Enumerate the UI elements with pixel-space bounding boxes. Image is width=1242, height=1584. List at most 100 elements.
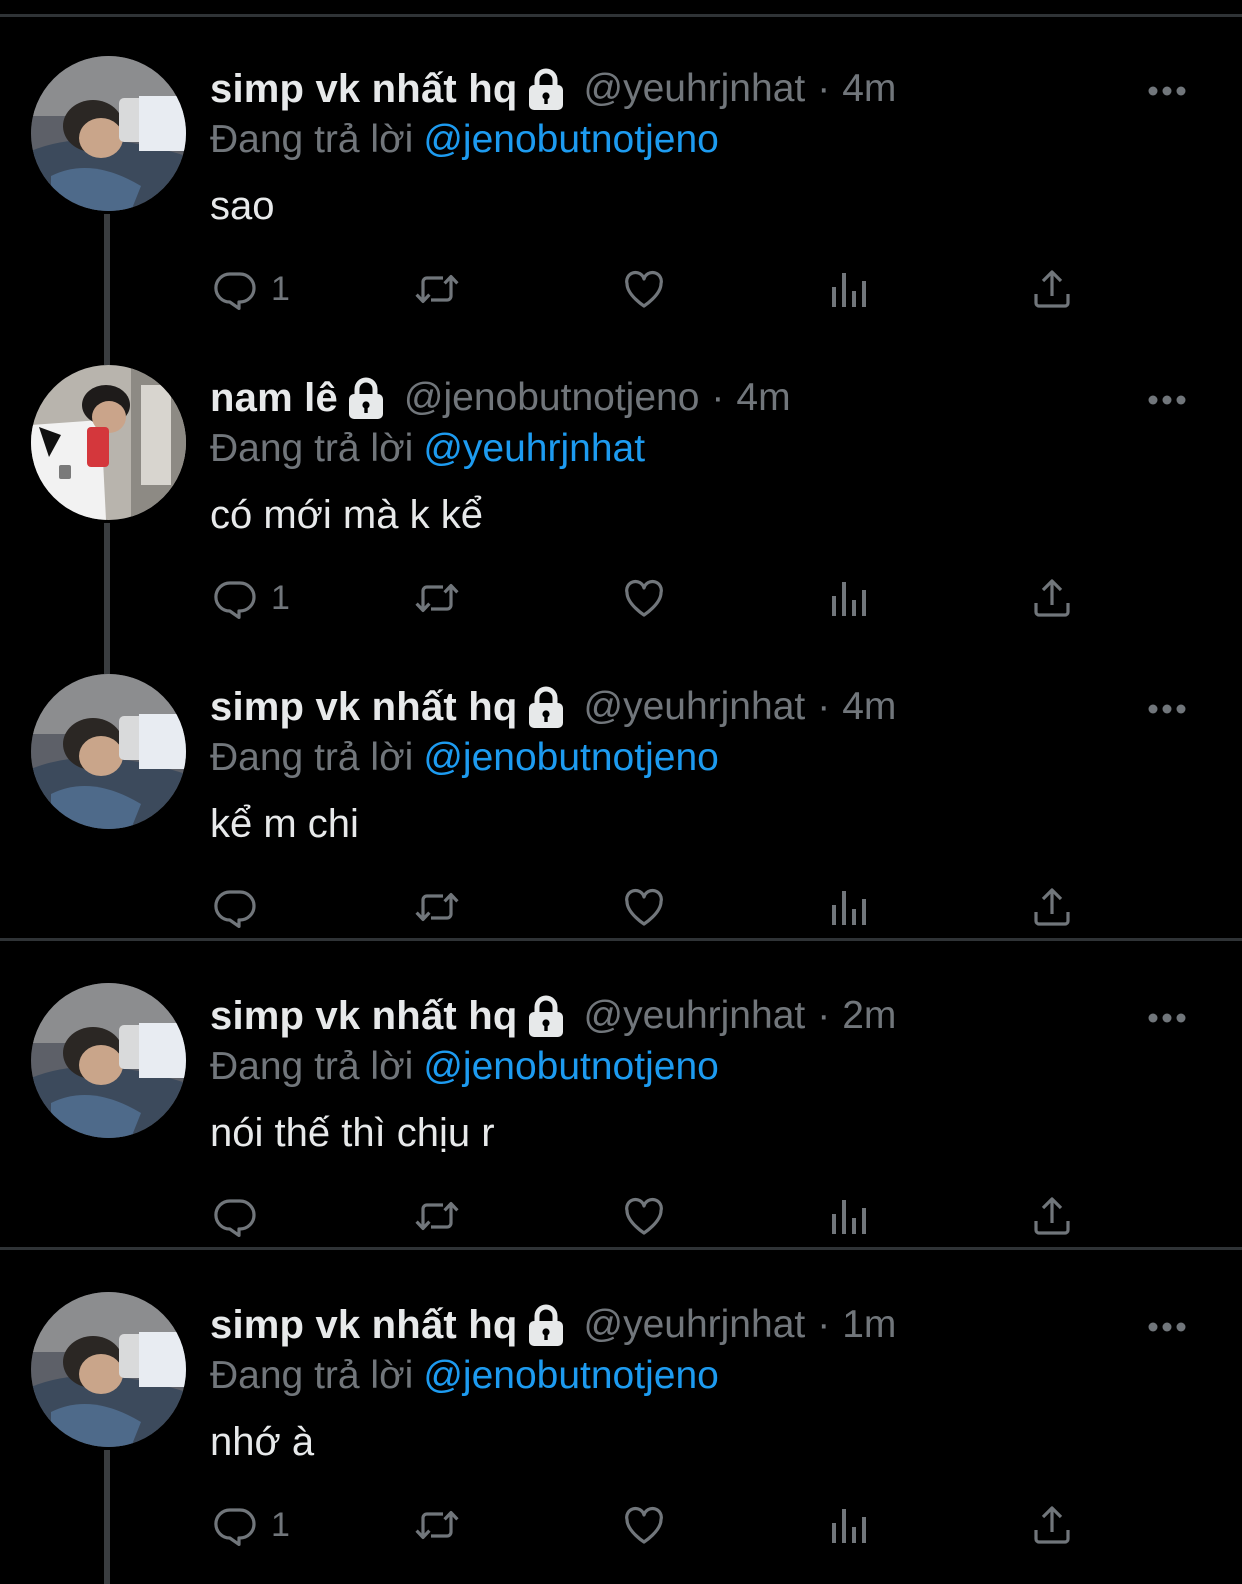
- replying-to: Đang trả lời @jenobutnotjeno: [210, 1354, 719, 1398]
- reply-count: 1: [271, 269, 290, 308]
- retweet-button[interactable]: [413, 573, 461, 623]
- like-button[interactable]: [620, 264, 668, 314]
- username[interactable]: @yeuhrjnhat: [584, 994, 806, 1038]
- more-icon[interactable]: [1146, 393, 1188, 407]
- views-button[interactable]: [824, 573, 872, 623]
- more-icon[interactable]: [1146, 84, 1188, 98]
- share-button[interactable]: [1028, 1500, 1076, 1550]
- mention-link[interactable]: @yeuhrjnhat: [423, 427, 645, 470]
- share-icon: [1028, 574, 1076, 622]
- mention-link[interactable]: @jenobutnotjeno: [423, 118, 719, 161]
- retweet-icon: [413, 574, 461, 622]
- like-icon: [620, 1501, 668, 1549]
- reply-button[interactable]: 1: [211, 1500, 290, 1550]
- like-button[interactable]: [620, 882, 668, 932]
- share-button[interactable]: [1028, 573, 1076, 623]
- lock-icon: [526, 67, 566, 111]
- lock-icon: [526, 994, 566, 1038]
- username[interactable]: @yeuhrjnhat: [584, 685, 806, 729]
- reply-icon: [211, 1501, 259, 1549]
- avatar[interactable]: [31, 983, 186, 1138]
- views-icon: [824, 1501, 872, 1549]
- separator-dot: ·: [711, 376, 725, 419]
- tweet-text: kể m chi: [210, 802, 359, 846]
- separator-dot: ·: [817, 67, 831, 110]
- tweet-text: có mới mà k kể: [210, 493, 483, 537]
- views-button[interactable]: [824, 264, 872, 314]
- share-icon: [1028, 265, 1076, 313]
- retweet-button[interactable]: [413, 1500, 461, 1550]
- share-icon: [1028, 1501, 1076, 1549]
- retweet-button[interactable]: [413, 264, 461, 314]
- reply-icon: [211, 883, 259, 931]
- thread-line: [104, 323, 110, 365]
- reply-icon: [211, 265, 259, 313]
- display-name[interactable]: simp vk nhất hq: [210, 685, 518, 730]
- avatar[interactable]: [31, 674, 186, 829]
- more-icon[interactable]: [1146, 1320, 1188, 1334]
- reply-button[interactable]: 1: [211, 264, 290, 314]
- avatar[interactable]: [31, 56, 186, 211]
- tweet-text: sao: [210, 184, 275, 228]
- tweet[interactable]: simp vk nhất hq @yeuhrjnhat · 4m Đang tr…: [0, 14, 1242, 359]
- share-button[interactable]: [1028, 882, 1076, 932]
- mention-link[interactable]: @jenobutnotjeno: [423, 1045, 719, 1088]
- lock-icon: [526, 1303, 566, 1347]
- more-icon[interactable]: [1146, 702, 1188, 716]
- tweet-header: simp vk nhất hq @yeuhrjnhat · 1m: [210, 1300, 896, 1350]
- username[interactable]: @yeuhrjnhat: [584, 67, 806, 111]
- tweet-header: simp vk nhất hq @yeuhrjnhat · 4m: [210, 682, 896, 732]
- retweet-icon: [413, 1192, 461, 1240]
- like-button[interactable]: [620, 573, 668, 623]
- reply-button[interactable]: 1: [211, 573, 290, 623]
- retweet-button[interactable]: [413, 882, 461, 932]
- share-button[interactable]: [1028, 1191, 1076, 1241]
- reply-button[interactable]: [211, 1191, 271, 1241]
- views-button[interactable]: [824, 1191, 872, 1241]
- display-name[interactable]: simp vk nhất hq: [210, 67, 518, 112]
- share-icon: [1028, 1192, 1076, 1240]
- tweet-text: nói thế thì chịu r: [210, 1111, 495, 1155]
- tweet[interactable]: simp vk nhất hq @yeuhrjnhat · 2m Đang tr…: [0, 941, 1242, 1250]
- retweet-icon: [413, 883, 461, 931]
- like-button[interactable]: [620, 1500, 668, 1550]
- replying-label: Đang trả lời: [210, 427, 414, 470]
- mention-link[interactable]: @jenobutnotjeno: [423, 736, 719, 779]
- tweet[interactable]: simp vk nhất hq @yeuhrjnhat · 4m Đang tr…: [0, 632, 1242, 941]
- views-icon: [824, 1192, 872, 1240]
- tweet[interactable]: nam lê @jenobutnotjeno · 4m Đang trả lời…: [0, 323, 1242, 668]
- like-button[interactable]: [620, 1191, 668, 1241]
- views-button[interactable]: [824, 1500, 872, 1550]
- avatar[interactable]: [31, 1292, 186, 1447]
- mention-link[interactable]: @jenobutnotjeno: [423, 1354, 719, 1397]
- avatar[interactable]: [31, 365, 186, 520]
- replying-to: Đang trả lời @jenobutnotjeno: [210, 736, 719, 780]
- tweet-header: simp vk nhất hq @yeuhrjnhat · 2m: [210, 991, 896, 1041]
- timestamp[interactable]: 2m: [842, 994, 896, 1038]
- reply-icon: [211, 1192, 259, 1240]
- action-bar: 1: [0, 264, 1242, 314]
- display-name[interactable]: nam lê: [210, 376, 338, 421]
- action-bar: [0, 882, 1242, 932]
- replying-to: Đang trả lời @jenobutnotjeno: [210, 1045, 719, 1089]
- display-name[interactable]: simp vk nhất hq: [210, 1303, 518, 1348]
- retweet-button[interactable]: [413, 1191, 461, 1241]
- separator-dot: ·: [817, 994, 831, 1037]
- views-button[interactable]: [824, 882, 872, 932]
- timestamp[interactable]: 4m: [842, 685, 896, 729]
- username[interactable]: @jenobutnotjeno: [404, 376, 700, 420]
- timestamp[interactable]: 1m: [842, 1303, 896, 1347]
- tweet[interactable]: simp vk nhất hq @yeuhrjnhat · 1m Đang tr…: [0, 1250, 1242, 1584]
- like-icon: [620, 1192, 668, 1240]
- display-name[interactable]: simp vk nhất hq: [210, 994, 518, 1039]
- timestamp[interactable]: 4m: [736, 376, 790, 420]
- views-icon: [824, 265, 872, 313]
- like-icon: [620, 883, 668, 931]
- more-icon[interactable]: [1146, 1011, 1188, 1025]
- action-bar: 1: [0, 573, 1242, 623]
- reply-button[interactable]: [211, 882, 271, 932]
- views-icon: [824, 574, 872, 622]
- timestamp[interactable]: 4m: [842, 67, 896, 111]
- username[interactable]: @yeuhrjnhat: [584, 1303, 806, 1347]
- share-button[interactable]: [1028, 264, 1076, 314]
